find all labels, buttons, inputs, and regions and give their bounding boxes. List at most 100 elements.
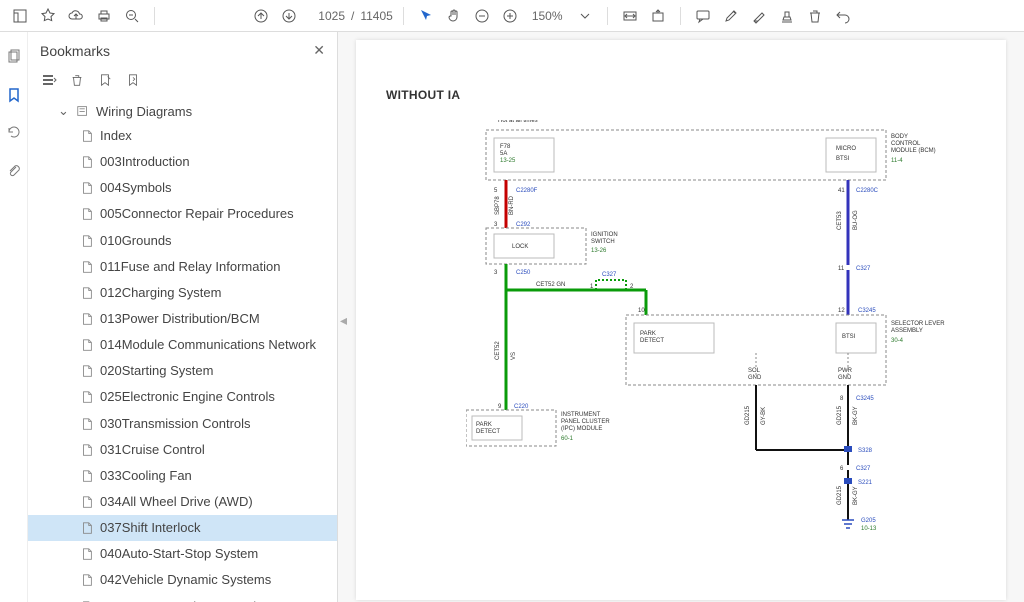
bookmark-item[interactable]: 020Starting System	[28, 358, 337, 384]
svg-text:GD215: GD215	[837, 405, 843, 425]
bookmark-item[interactable]: 033Cooling Fan	[28, 463, 337, 489]
bookmark-label: 040Auto-Start-Stop System	[100, 544, 258, 564]
bookmark-item[interactable]: 014Module Communications Network	[28, 332, 337, 358]
highlight-icon[interactable]	[747, 4, 771, 28]
svg-text:60-1: 60-1	[561, 436, 574, 442]
diagram-title: WITHOUT IA	[386, 88, 460, 102]
chevron-down-icon[interactable]	[573, 4, 597, 28]
bookmark-label: 005Connector Repair Procedures	[100, 204, 294, 224]
svg-text:GD215: GD215	[837, 485, 843, 505]
svg-text:S221: S221	[858, 480, 873, 486]
hand-icon[interactable]	[442, 4, 466, 28]
bookmark-item[interactable]: 031Cruise Control	[28, 437, 337, 463]
fit-width-icon[interactable]	[618, 4, 642, 28]
arrow-down-icon[interactable]	[277, 4, 301, 28]
comment-icon[interactable]	[691, 4, 715, 28]
svg-text:CET52 GN: CET52 GN	[536, 282, 565, 288]
svg-text:C327: C327	[856, 266, 871, 272]
bookmark-item[interactable]: 040Auto-Start-Stop System	[28, 541, 337, 567]
rotate-icon[interactable]	[646, 4, 670, 28]
bookmarks-section[interactable]: ⌄ Wiring Diagrams	[28, 99, 337, 123]
attachment-icon[interactable]	[5, 162, 23, 180]
bookmark-label: 020Starting System	[100, 361, 213, 381]
bookmark-item[interactable]: 025Electronic Engine Controls	[28, 384, 337, 410]
collapse-panel-icon[interactable]: ◂	[340, 312, 347, 329]
zoom-plus-icon[interactable]	[498, 4, 522, 28]
add-bookmark-icon[interactable]	[96, 71, 114, 89]
page-current[interactable]: 1025	[305, 9, 345, 23]
svg-text:30-4: 30-4	[891, 338, 904, 344]
bookmarks-title: Bookmarks	[40, 43, 110, 59]
bookmark-item[interactable]: 042Vehicle Dynamic Systems	[28, 567, 337, 593]
bookmark-item[interactable]: 005Connector Repair Procedures	[28, 201, 337, 227]
chevron-down-icon[interactable]: ⌄	[58, 103, 70, 119]
close-icon[interactable]: ✕	[313, 42, 325, 59]
bookmark-label: 042Vehicle Dynamic Systems	[100, 570, 271, 590]
svg-text:11: 11	[838, 266, 845, 272]
menu-icon[interactable]	[8, 4, 32, 28]
star-icon[interactable]	[36, 4, 60, 28]
bookmark-icon[interactable]	[5, 86, 23, 104]
top-toolbar: 1025 / 11405 150%	[0, 0, 1024, 32]
bookmark-item[interactable]: 034All Wheel Drive (AWD)	[28, 489, 337, 515]
bookmarks-list[interactable]: ⌄ Wiring Diagrams Index003Introduction 00…	[28, 97, 337, 602]
svg-text:LOCK: LOCK	[512, 244, 528, 250]
svg-text:BTSI: BTSI	[836, 156, 850, 162]
history-icon[interactable]	[5, 124, 23, 142]
svg-text:10: 10	[638, 308, 645, 314]
bookmark-label: 013Power Distribution/BCM	[100, 309, 260, 329]
svg-text:MICRO: MICRO	[836, 146, 856, 152]
svg-text:BTSI: BTSI	[842, 334, 856, 340]
bookmark-item[interactable]: 010Grounds	[28, 228, 337, 254]
bookmark-item[interactable]: 013Power Distribution/BCM	[28, 306, 337, 332]
svg-text:C292: C292	[516, 222, 531, 228]
bookmark-label: 034All Wheel Drive (AWD)	[100, 492, 253, 512]
bookmark-item[interactable]: 004Symbols	[28, 175, 337, 201]
delete-icon[interactable]	[68, 71, 86, 89]
svg-text:S328: S328	[858, 448, 873, 454]
document-area[interactable]: ◂ WITHOUT IA Hot at all times F78 5A 13-…	[338, 32, 1024, 602]
page-icon	[80, 181, 94, 195]
page-separator: /	[349, 9, 354, 23]
svg-text:INSTRUMENTPANEL CLUSTER(IPC) M: INSTRUMENTPANEL CLUSTER(IPC) MODULE	[561, 412, 610, 432]
page-total: 11405	[358, 9, 392, 23]
bookmark-item[interactable]: 012Charging System	[28, 280, 337, 306]
stamp-icon[interactable]	[775, 4, 799, 28]
pointer-icon[interactable]	[414, 4, 438, 28]
svg-text:CET52: CET52	[495, 341, 501, 360]
svg-text:C2280C: C2280C	[856, 188, 879, 194]
bookmark-item[interactable]: 011Fuse and Relay Information	[28, 254, 337, 280]
bookmark-item[interactable]: 003Introduction	[28, 149, 337, 175]
expand-bookmark-icon[interactable]	[124, 71, 142, 89]
svg-text:12: 12	[838, 308, 845, 314]
cloud-upload-icon[interactable]	[64, 4, 88, 28]
trash-icon[interactable]	[803, 4, 827, 28]
undo-icon[interactable]	[831, 4, 855, 28]
zoom-out-icon[interactable]	[120, 4, 144, 28]
svg-text:3: 3	[494, 270, 498, 276]
bookmark-label: 004Symbols	[100, 178, 172, 198]
zoom-value[interactable]: 150%	[526, 9, 569, 23]
bookmark-label: 025Electronic Engine Controls	[100, 387, 275, 407]
bookmark-label: 030Transmission Controls	[100, 414, 251, 434]
bookmark-item[interactable]: Index	[28, 123, 337, 149]
print-icon[interactable]	[92, 4, 116, 28]
copy-icon[interactable]	[5, 48, 23, 66]
svg-text:6: 6	[840, 466, 844, 472]
pen-icon[interactable]	[719, 4, 743, 28]
arrow-up-icon[interactable]	[249, 4, 273, 28]
svg-text:PARKDETECT: PARKDETECT	[640, 331, 664, 344]
page-icon	[80, 495, 94, 509]
svg-text:5A: 5A	[500, 151, 507, 157]
bookmark-item[interactable]: 030Transmission Controls	[28, 411, 337, 437]
separator	[680, 7, 681, 25]
svg-text:SBP78: SBP78	[495, 196, 501, 215]
options-icon[interactable]	[40, 71, 58, 89]
svg-text:BK-GY: BK-GY	[853, 486, 859, 505]
zoom-minus-icon[interactable]	[470, 4, 494, 28]
bookmark-item[interactable]: 037Shift Interlock	[28, 515, 337, 541]
svg-text:C327: C327	[602, 272, 617, 278]
bookmark-label: 010Grounds	[100, 231, 172, 251]
bookmark-label: 031Cruise Control	[100, 440, 205, 460]
bookmark-item[interactable]: 043Power Steering Controls	[28, 594, 337, 602]
